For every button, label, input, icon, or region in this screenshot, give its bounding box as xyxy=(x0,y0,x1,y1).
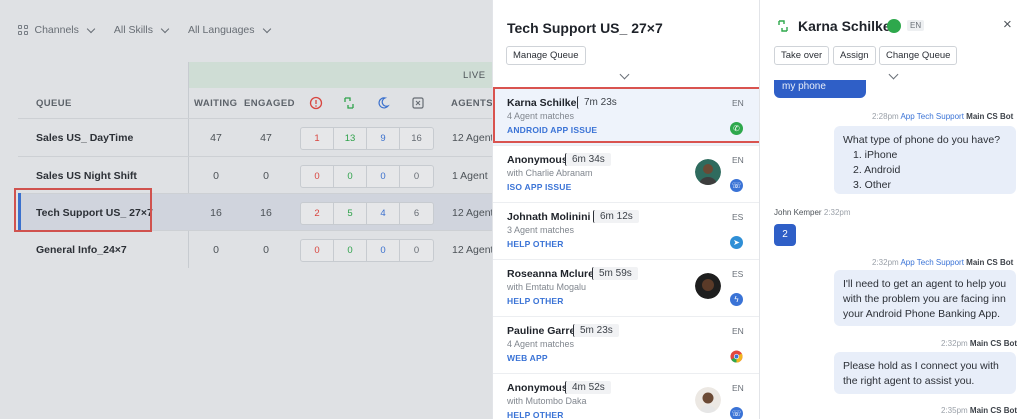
bot-name: Main CS Bot xyxy=(969,406,1018,415)
language-badge: EN xyxy=(732,383,744,393)
chevron-down-icon[interactable] xyxy=(888,69,899,80)
message-line: What type of phone do you have? xyxy=(843,134,1001,146)
conversation-subtitle: with Charlie Abranam xyxy=(507,168,593,178)
contact-name: Karna Schilke xyxy=(798,18,891,34)
user-name: John Kemper xyxy=(774,208,822,217)
conversation-subtitle: with Mutombo Daka xyxy=(507,396,587,406)
conversation-flow-icon xyxy=(778,20,788,32)
conversation-name: Roseanna Mclure xyxy=(507,268,594,280)
conversation-name: Johnath Molinini xyxy=(507,211,591,223)
conversation-tags: ISO APP ISSUE xyxy=(507,182,572,192)
language-badge: EN xyxy=(732,155,744,165)
agent-avatar xyxy=(695,159,721,185)
telegram-icon: ➤ xyxy=(730,236,743,249)
queue-panel-title: Tech Support US_ 27×7 xyxy=(507,20,663,36)
phone-icon: ☏ xyxy=(730,179,743,192)
take-over-button[interactable]: Take over xyxy=(774,46,830,65)
previous-message-bubble: my phone xyxy=(774,80,866,98)
conversation-subtitle: with Emtatu Mogalu xyxy=(507,282,587,292)
conversation-tags: HELP OTHER xyxy=(507,410,564,419)
message-meta: 2:35pm Main CS Bot xyxy=(941,406,1017,415)
wait-time: 6m 12s xyxy=(593,210,639,223)
conversation-tags: HELP OTHER xyxy=(507,239,564,249)
wait-time: 6m 34s xyxy=(565,153,611,166)
chrome-icon xyxy=(730,350,743,363)
conversation-subtitle: 3 Agent matches xyxy=(507,225,575,235)
conversation-name: Anonymous xyxy=(507,154,568,166)
message-meta: John Kemper 2:32pm xyxy=(774,208,851,217)
bot-name: Main CS Bot xyxy=(966,112,1014,121)
conversation-tags: HELP OTHER xyxy=(507,296,564,306)
language-badge: EN xyxy=(732,326,744,336)
language-badge: EN xyxy=(907,20,925,31)
message-time: 2:28pm xyxy=(872,112,899,121)
conversation-subtitle: 4 Agent matches xyxy=(507,339,575,349)
conversation-tags: WEB APP xyxy=(507,353,548,363)
overlay-dim xyxy=(0,0,492,419)
wait-time: 5m 23s xyxy=(573,324,619,337)
queue-panel: Tech Support US_ 27×7 Manage Queue Karna… xyxy=(492,0,760,419)
message-time: 2:32pm xyxy=(872,258,899,267)
message-meta: 2:28pm App Tech Support Main CS Bot xyxy=(872,112,1013,121)
chevron-down-icon[interactable] xyxy=(619,69,630,80)
bot-message-bubble: Please hold as I connect you with the ri… xyxy=(834,352,1016,394)
message-line: 1. iPhone xyxy=(853,149,898,161)
message-time: 2:32pm xyxy=(941,339,968,348)
phone-icon: ☏ xyxy=(730,407,743,419)
message-line: I'll need to get an agent to help you xyxy=(843,278,1007,290)
agent-avatar xyxy=(695,273,721,299)
conversation-item[interactable]: Pauline Garre 5m 23s 4 Agent matches WEB… xyxy=(493,317,759,374)
conversation-item[interactable]: Johnath Molinini 6m 12s 3 Agent matches … xyxy=(493,203,759,260)
message-line: 3. Other xyxy=(853,179,891,191)
message-meta: 2:32pm Main CS Bot xyxy=(941,339,1017,348)
messenger-icon: ϟ xyxy=(730,293,743,306)
close-icon[interactable]: × xyxy=(1003,16,1012,33)
conversation-name: Anonymous xyxy=(507,382,568,394)
message-line: the right agent to assist you. xyxy=(843,375,975,387)
conversation-item[interactable]: Anonymous 6m 34s with Charlie Abranam IS… xyxy=(493,146,759,203)
bot-message-bubble: What type of phone do you have? 1. iPhon… xyxy=(834,126,1016,194)
message-source: App Tech Support xyxy=(900,258,964,267)
language-badge: ES xyxy=(732,212,744,222)
queue-dashboard: Channels All Skills All Languages LIVE Q… xyxy=(0,0,492,419)
highlight-box xyxy=(493,87,759,143)
app-root: Channels All Skills All Languages LIVE Q… xyxy=(0,0,1024,419)
message-line: Please hold as I connect you with xyxy=(843,360,999,372)
conversation-name: Pauline Garre xyxy=(507,325,576,337)
agent-avatar xyxy=(695,387,721,413)
change-queue-button[interactable]: Change Queue xyxy=(879,46,958,65)
message-line: 2. Android xyxy=(853,164,901,176)
message-time: 2:35pm xyxy=(941,406,968,415)
user-reply-bubble: 2 xyxy=(774,224,796,246)
message-line: with the problem you are facing inn xyxy=(843,293,1006,305)
chat-panel: Karna Schilke EN × Take over Assign Chan… xyxy=(760,0,1024,419)
message-source: App Tech Support xyxy=(900,112,964,121)
conversation-item[interactable]: Roseanna Mclure 5m 59s with Emtatu Mogal… xyxy=(493,260,759,317)
conversation-item[interactable]: Anonymous 4m 52s with Mutombo Daka HELP … xyxy=(493,374,759,419)
bot-message-bubble: I'll need to get an agent to help you wi… xyxy=(834,270,1016,326)
message-line: your Android Phone Banking App. xyxy=(843,308,1001,320)
message-meta: 2:32pm App Tech Support Main CS Bot xyxy=(872,258,1013,267)
bot-name: Main CS Bot xyxy=(969,339,1018,348)
wait-time: 5m 59s xyxy=(592,267,638,280)
message-time: 2:32pm xyxy=(823,208,851,217)
bot-name: Main CS Bot xyxy=(966,258,1014,267)
whatsapp-icon xyxy=(887,19,901,33)
manage-queue-button[interactable]: Manage Queue xyxy=(506,46,586,65)
assign-button[interactable]: Assign xyxy=(833,46,876,65)
language-badge: ES xyxy=(732,269,744,279)
wait-time: 4m 52s xyxy=(565,381,611,394)
